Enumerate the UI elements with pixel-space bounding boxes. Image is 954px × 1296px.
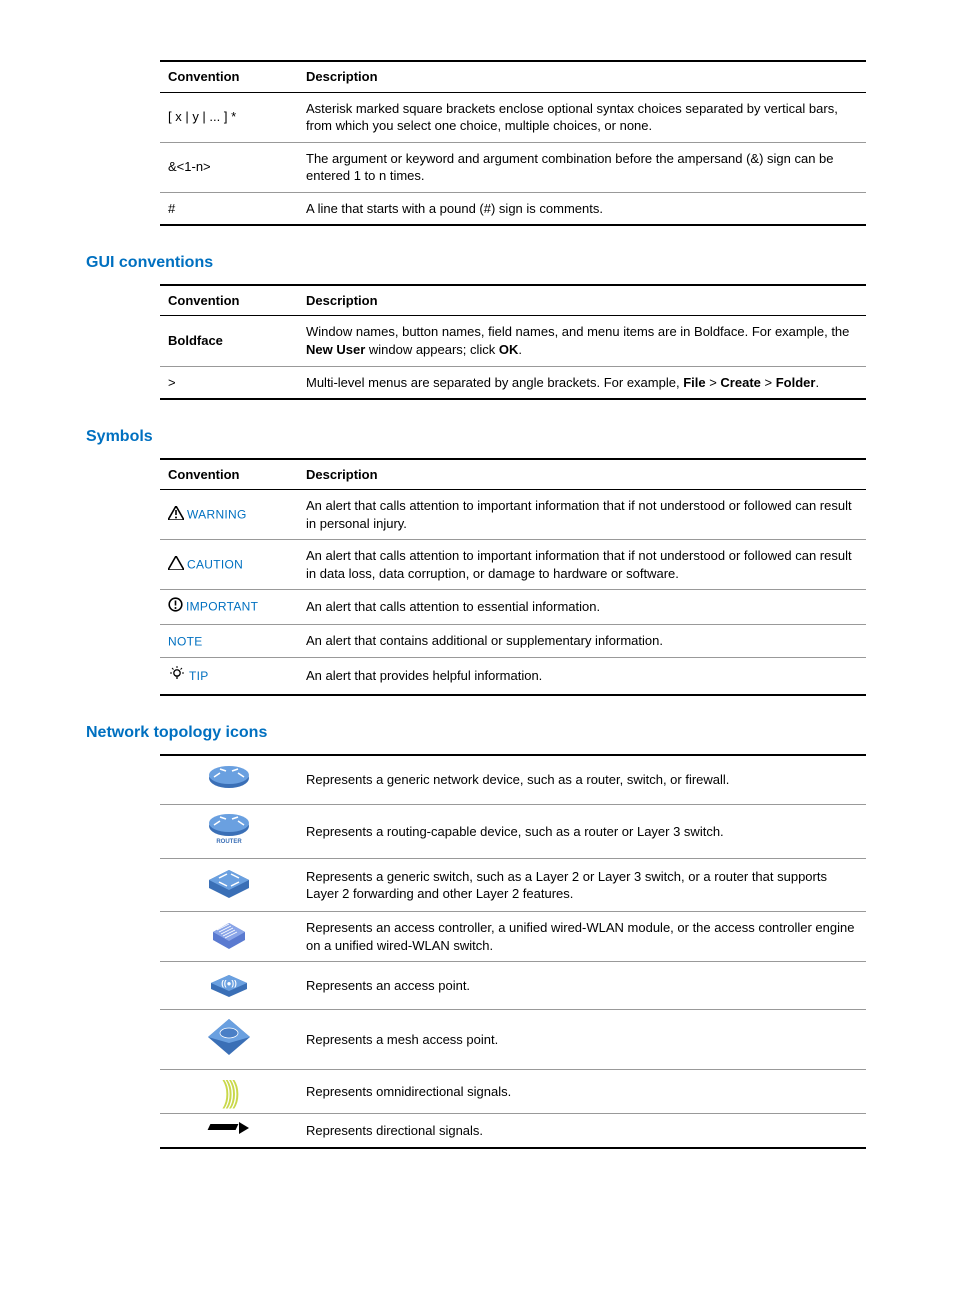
table-row: ROUTER Represents a routing-capable devi…	[160, 805, 866, 859]
network-icons-table: Represents a generic network device, suc…	[160, 754, 866, 1149]
icon-cell	[160, 912, 298, 962]
conv-cell: WARNING	[160, 490, 298, 540]
command-conventions-table: Convention Description [ x | y | ... ] *…	[160, 60, 866, 226]
generic-network-device-icon	[206, 763, 252, 798]
symbol-label: TIP	[189, 669, 209, 683]
table-row: CAUTION An alert that calls attention to…	[160, 540, 866, 590]
svg-text:((●)): ((●))	[221, 979, 237, 988]
conv-cell: Boldface	[160, 316, 298, 366]
gui-conventions-table: Convention Description Boldface Window n…	[160, 284, 866, 400]
table-row: Boldface Window names, button names, fie…	[160, 316, 866, 366]
heading-gui-conventions: GUI conventions	[86, 252, 868, 274]
desc-cell: An alert that calls attention to importa…	[298, 490, 866, 540]
desc-cell: Represents a routing-capable device, suc…	[298, 805, 866, 859]
desc-cell: An alert that calls attention to importa…	[298, 540, 866, 590]
table-row: > Multi-level menus are separated by ang…	[160, 366, 866, 399]
mesh-access-point-icon	[204, 1017, 254, 1062]
desc-cell: Represents an access controller, a unifi…	[298, 912, 866, 962]
desc-cell: Asterisk marked square brackets enclose …	[298, 92, 866, 142]
desc-cell: Represents a mesh access point.	[298, 1010, 866, 1070]
router-icon: ROUTER	[206, 812, 252, 851]
table-row: )))) Represents omnidirectional signals.	[160, 1069, 866, 1114]
table-row: Represents an access controller, a unifi…	[160, 912, 866, 962]
th-description: Description	[298, 459, 866, 490]
conv-cell: >	[160, 366, 298, 399]
th-convention: Convention	[160, 459, 298, 490]
omnidirectional-signal-icon: ))))	[222, 1071, 235, 1113]
table-row: ((●)) Represents an access point.	[160, 962, 866, 1010]
desc-cell: Represents a generic switch, such as a L…	[298, 858, 866, 912]
table-row: Represents directional signals.	[160, 1114, 866, 1148]
th-convention: Convention	[160, 285, 298, 316]
th-convention: Convention	[160, 61, 298, 92]
warning-triangle-icon	[168, 506, 184, 525]
table-row: Represents a generic network device, suc…	[160, 755, 866, 805]
access-controller-icon	[207, 920, 251, 955]
important-circle-icon	[168, 597, 183, 617]
switch-icon	[205, 866, 253, 905]
th-description: Description	[298, 285, 866, 316]
table-row: WARNING An alert that calls attention to…	[160, 490, 866, 540]
table-row: Represents a generic switch, such as a L…	[160, 858, 866, 912]
icon-cell: ))))	[160, 1069, 298, 1114]
icon-cell	[160, 858, 298, 912]
caution-triangle-icon	[168, 556, 184, 575]
desc-cell: Represents directional signals.	[298, 1114, 866, 1148]
table-row: [ x | y | ... ] * Asterisk marked square…	[160, 92, 866, 142]
table-row: &<1-n> The argument or keyword and argum…	[160, 142, 866, 192]
conv-cell: CAUTION	[160, 540, 298, 590]
icon-cell: ((●))	[160, 962, 298, 1010]
symbol-label: WARNING	[187, 508, 247, 522]
conv-cell: TIP	[160, 657, 298, 695]
icon-cell	[160, 1010, 298, 1070]
svg-text:ROUTER: ROUTER	[216, 839, 242, 845]
table-row: Represents a mesh access point.	[160, 1010, 866, 1070]
desc-cell: Represents an access point.	[298, 962, 866, 1010]
symbol-label: NOTE	[168, 634, 203, 648]
heading-symbols: Symbols	[86, 426, 868, 448]
desc-cell: An alert that contains additional or sup…	[298, 624, 866, 657]
table-row: NOTE An alert that contains additional o…	[160, 624, 866, 657]
symbols-table: Convention Description WARNING An alert …	[160, 458, 866, 696]
access-point-icon: ((●))	[205, 969, 253, 1002]
conv-cell: NOTE	[160, 624, 298, 657]
icon-cell	[160, 755, 298, 805]
desc-cell: The argument or keyword and argument com…	[298, 142, 866, 192]
icon-cell: ROUTER	[160, 805, 298, 859]
table-row: IMPORTANT An alert that calls attention …	[160, 590, 866, 625]
table-row: # A line that starts with a pound (#) si…	[160, 192, 866, 225]
tip-lightbulb-icon	[168, 665, 186, 688]
desc-cell: An alert that provides helpful informati…	[298, 657, 866, 695]
desc-cell: A line that starts with a pound (#) sign…	[298, 192, 866, 225]
heading-network-icons: Network topology icons	[86, 722, 868, 744]
desc-cell: Represents omnidirectional signals.	[298, 1069, 866, 1114]
conv-cell: #	[160, 192, 298, 225]
desc-cell: Multi-level menus are separated by angle…	[298, 366, 866, 399]
th-description: Description	[298, 61, 866, 92]
desc-cell: An alert that calls attention to essenti…	[298, 590, 866, 625]
desc-cell: Window names, button names, field names,…	[298, 316, 866, 366]
table-row: TIP An alert that provides helpful infor…	[160, 657, 866, 695]
desc-cell: Represents a generic network device, suc…	[298, 755, 866, 805]
conv-cell: [ x | y | ... ] *	[160, 92, 298, 142]
directional-signal-icon	[209, 1121, 249, 1135]
symbol-label: IMPORTANT	[186, 600, 258, 614]
icon-cell	[160, 1114, 298, 1148]
symbol-label: CAUTION	[187, 558, 243, 572]
conv-cell: IMPORTANT	[160, 590, 298, 625]
conv-cell: &<1-n>	[160, 142, 298, 192]
